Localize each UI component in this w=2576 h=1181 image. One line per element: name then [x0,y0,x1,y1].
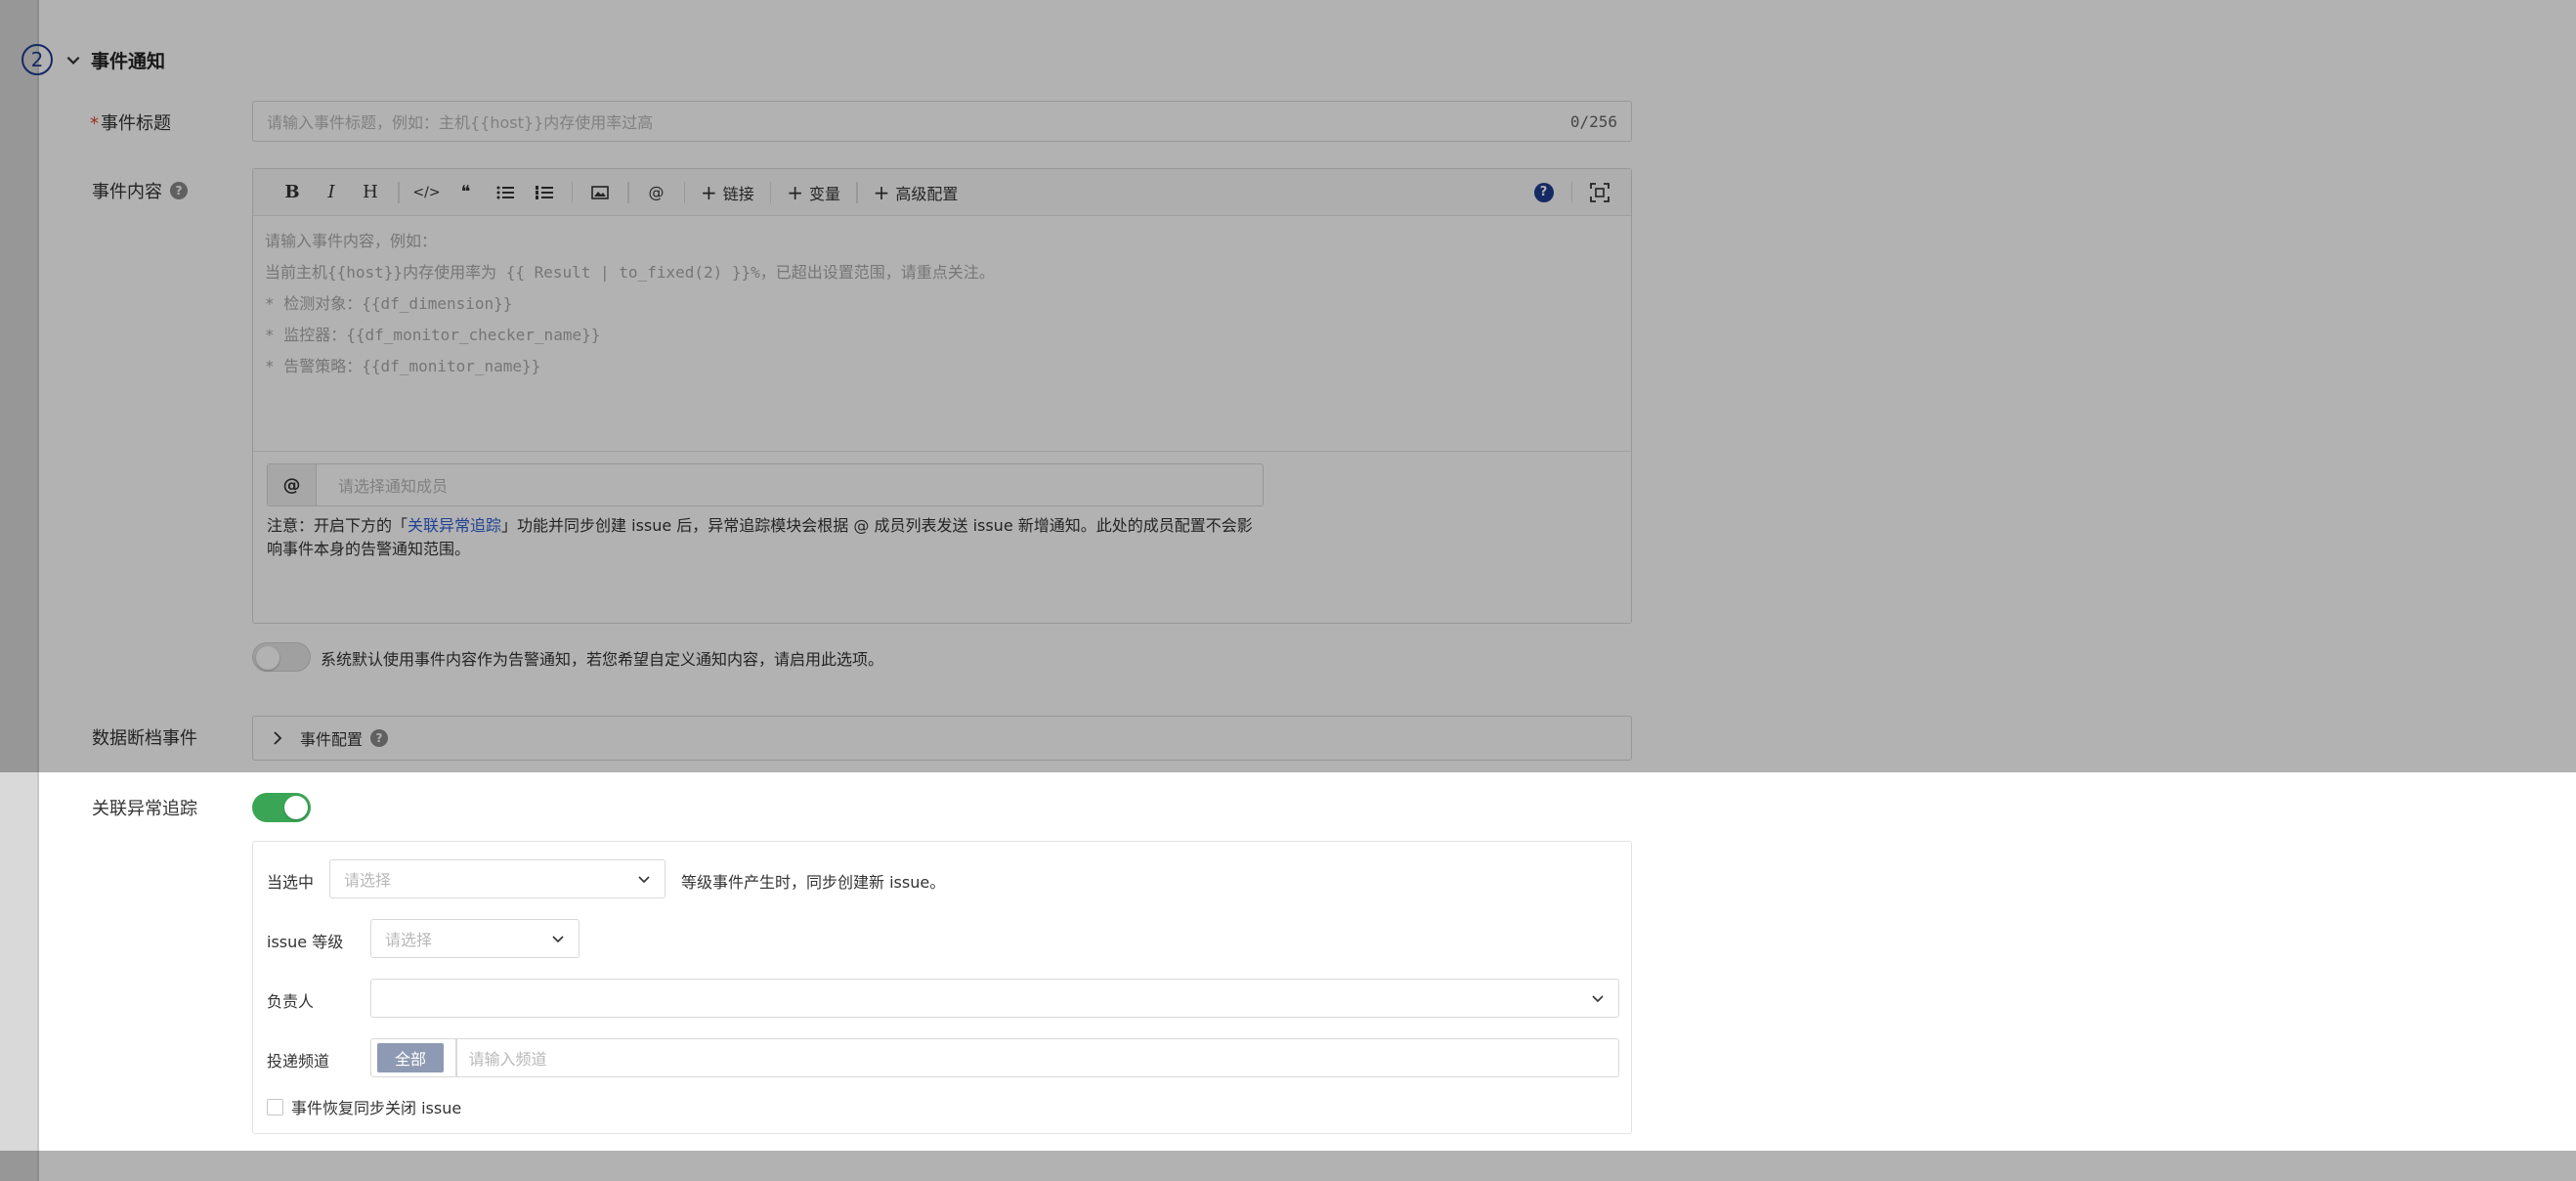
toolbar-divider [683,181,685,203]
issue-level-placeholder: 请选择 [385,931,433,949]
toggle-knob [284,796,308,819]
close-issue-checkbox[interactable] [267,1098,283,1115]
variable-label: 变量 [809,184,841,203]
toolbar-divider [1570,181,1572,203]
tracking-link[interactable]: 关联异常追踪 [408,516,501,535]
toolbar-divider [627,181,629,203]
toolbar-divider [398,181,400,203]
channel-input[interactable]: 全部 请输入频道 [370,1038,1619,1077]
fullscreen-icon [1590,182,1610,202]
event-title-input[interactable]: 请输入事件标题，例如：主机{{host}}内存使用率过高 0/256 [252,101,1632,142]
advanced-config-button[interactable]: + 高级配置 [866,177,966,208]
heading-button[interactable]: H [351,177,390,208]
close-issue-option[interactable]: 事件恢复同步关闭 issue [267,1095,461,1118]
image-button[interactable] [580,177,620,208]
mention-note: 注意：开启下方的「关联异常追踪」功能并同步创建 issue 后，异常追踪模块会根… [267,514,1264,561]
char-counter: 0/256 [1569,111,1617,131]
at-addon: @ [268,464,317,505]
bold-button[interactable]: B [273,177,312,208]
toggle-knob [256,646,279,670]
insert-variable-button[interactable]: + 变量 [779,177,848,208]
chevron-down-icon [1592,995,1604,1003]
event-content-label-text: 事件内容 [92,182,162,202]
plus-icon: + [787,180,804,204]
toolbar-divider [769,181,772,203]
code-button[interactable]: </> [408,177,447,208]
left-border [0,0,39,1181]
channel-divider [455,1039,457,1076]
members-placeholder: 请选择通知成员 [338,477,449,496]
mention-area: @ 请选择通知成员 注意：开启下方的「关联异常追踪」功能并同步创建 issue … [253,451,1631,623]
placeholder-line: * 告警策略：{{df_monitor_name}} [265,357,541,375]
ordered-list-button[interactable] [525,177,564,208]
placeholder-line: * 监控器：{{df_monitor_checker_name}} [265,326,601,344]
owner-label: 负责人 [267,992,315,1011]
event-title-label-text: 事件标题 [101,113,171,134]
help-icon[interactable]: ? [370,729,389,747]
toolbar-divider [571,181,573,203]
event-title-label: * 事件标题 [90,109,171,135]
italic-button[interactable]: I [312,177,351,208]
event-title-placeholder: 请输入事件标题，例如：主机{{host}}内存使用率过高 [267,113,654,132]
bullet-list-button[interactable] [486,177,525,208]
event-content-label: 事件内容 ? [92,178,188,203]
chevron-down-icon[interactable] [64,51,82,68]
section-title: 事件通知 [91,51,166,72]
quote-button[interactable]: ❝ [447,177,486,208]
plus-icon: + [873,180,890,204]
required-mark: * [90,113,99,134]
placeholder-line: 请输入事件内容，例如： [265,232,438,250]
insert-link-button[interactable]: + 链接 [693,177,762,208]
event-content-editor[interactable]: B I H </> ❝ @ + 链接 + 变量 + 高级配置 ? 请输入事件内容… [252,168,1632,624]
chevron-down-icon [638,876,650,884]
advanced-label: 高级配置 [895,184,959,203]
notify-members-select[interactable]: @ 请选择通知成员 [267,463,1264,506]
custom-content-description: 系统默认使用事件内容作为告警通知，若您希望自定义通知内容，请启用此选项。 [321,650,884,669]
help-icon[interactable]: ? [170,182,188,199]
when-label: 当选中 [267,873,315,892]
channel-label: 投递频道 [267,1052,330,1071]
chevron-right-icon [274,731,282,745]
tracking-toggle[interactable] [252,793,311,822]
issue-level-label: issue 等级 [267,933,344,951]
mention-button[interactable]: @ [637,177,676,208]
plus-icon: + [701,180,717,204]
image-icon [591,185,609,199]
editor-toolbar: B I H </> ❝ @ + 链接 + 变量 + 高级配置 ? [253,169,1631,216]
dim-overlay-bottom [0,1151,2576,1181]
when-suffix: 等级事件产生时，同步创建新 issue。 [681,873,946,892]
chevron-down-icon [552,936,564,943]
placeholder-line: 当前主机{{host}}内存使用率为 {{ Result | to_fixed(… [265,263,995,282]
bullet-list-icon [496,186,514,198]
custom-content-toggle[interactable] [252,642,311,672]
placeholder-line: * 检测对象：{{df_dimension}} [265,294,513,313]
link-label: 链接 [722,184,754,203]
channel-tag[interactable]: 全部 [377,1043,445,1072]
tracking-panel: 当选中 请选择 等级事件产生时，同步创建新 issue。 issue 等级 请选… [252,841,1632,1134]
owner-select[interactable] [370,979,1619,1018]
event-config-label: 事件配置 [300,730,364,749]
data-gap-label: 数据断档事件 [92,728,197,749]
help-circle-icon: ? [1533,182,1554,202]
channel-placeholder: 请输入频道 [468,1050,547,1069]
ordered-list-icon [535,185,553,199]
toolbar-divider [856,181,858,203]
step-number-badge: 2 [21,44,53,75]
event-config-collapse[interactable]: 事件配置 ? [252,716,1632,761]
close-issue-label: 事件恢复同步关闭 issue [291,1099,462,1117]
fullscreen-button[interactable] [1580,177,1619,208]
note-prefix: 注意：开启下方的「 [267,516,408,535]
event-level-select[interactable]: 请选择 [329,859,665,898]
tracking-label: 关联异常追踪 [92,799,197,819]
level-placeholder: 请选择 [344,871,392,890]
editor-placeholder: 请输入事件内容，例如： 当前主机{{host}}内存使用率为 {{ Result… [265,226,995,382]
issue-level-select[interactable]: 请选择 [370,919,580,958]
editor-help-button[interactable]: ? [1524,177,1564,208]
